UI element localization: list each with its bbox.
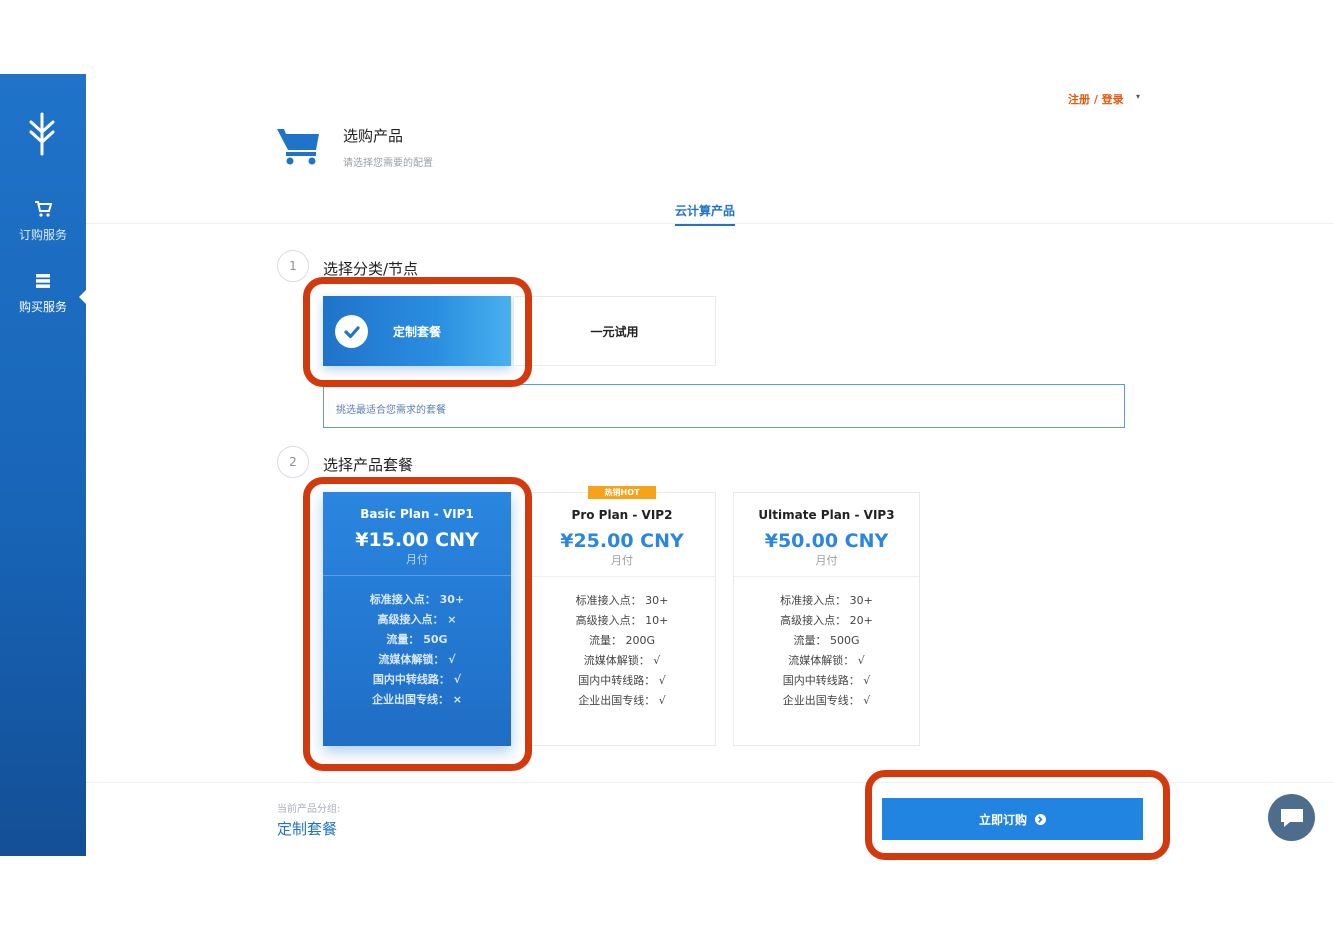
header-divider	[86, 223, 1334, 224]
sidebar-item-label: 购买服务	[18, 300, 67, 314]
cart-icon	[35, 201, 52, 217]
plan-feature: 高级接入点： 10+	[575, 614, 669, 627]
plan-features: 标准接入点： 30+ 高级接入点： 20+ 流量： 500G 流媒体解锁： √ …	[734, 591, 919, 711]
shopping-cart-icon	[277, 129, 319, 165]
plan-divider	[734, 576, 919, 577]
order-now-button[interactable]: 立即订购	[882, 798, 1143, 840]
plan-feature: 高级接入点： ×	[377, 613, 457, 626]
plan-name: Basic Plan - VIP1	[360, 507, 474, 521]
plan-period: 月付	[815, 554, 838, 567]
current-group-value: 定制套餐	[277, 820, 338, 838]
plan-feature: 国内中转线路： √	[578, 674, 666, 687]
plan-features: 标准接入点： 30+ 高级接入点： 10+ 流量： 200G 流媒体解锁： √ …	[529, 591, 715, 711]
plan-feature: 标准接入点： 30+	[575, 594, 669, 607]
plan-price: ¥25.00 CNY	[560, 530, 684, 552]
step-number: 2	[277, 446, 309, 478]
plan-feature: 流媒体解锁： √	[378, 653, 456, 666]
login-register-link[interactable]: 注册 / 登录	[1068, 91, 1124, 107]
chat-button[interactable]	[1268, 794, 1315, 841]
page-subtitle: 请选择您需要的配置	[343, 158, 433, 169]
plan-price: ¥15.00 CNY	[355, 529, 479, 551]
category-label: 定制套餐	[392, 324, 441, 339]
logo-icon	[29, 112, 55, 156]
active-indicator	[79, 290, 86, 304]
plan-period: 月付	[406, 553, 428, 566]
server-list-icon	[36, 274, 50, 288]
category-label: 一元试用	[590, 324, 639, 339]
category-hint: 挑选最适合您需求的套餐	[323, 384, 1125, 428]
plan-card-pro[interactable]: Pro Plan - VIP2 ¥25.00 CNY 月付 标准接入点： 30+…	[528, 492, 716, 746]
current-group-label: 当前产品分组:	[277, 804, 341, 815]
plan-feature: 流媒体解锁： √	[788, 654, 865, 667]
order-now-label: 立即订购	[978, 812, 1027, 827]
arrow-right-circle-icon	[1035, 813, 1046, 825]
plan-name: Pro Plan - VIP2	[571, 508, 673, 522]
step-title: 选择分类/节点	[323, 260, 419, 278]
category-card-custom[interactable]: 定制套餐	[323, 296, 511, 366]
plan-feature: 高级接入点： 20+	[780, 614, 873, 627]
plan-feature: 流媒体解锁： √	[583, 654, 661, 667]
plan-price: ¥50.00 CNY	[764, 530, 889, 552]
plan-name: Ultimate Plan - VIP3	[758, 508, 895, 522]
chat-bubble-icon	[1280, 808, 1303, 827]
plan-feature: 企业出国专线： √	[782, 694, 871, 707]
plan-divider	[323, 575, 511, 576]
plan-feature: 企业出国专线： √	[578, 694, 666, 707]
sidebar: 订购服务 购买服务	[0, 74, 86, 856]
plan-period: 月付	[611, 554, 633, 567]
plan-feature: 标准接入点： 30+	[780, 594, 873, 607]
step-number: 1	[277, 250, 309, 282]
chevron-down-icon[interactable]: ▾	[1136, 92, 1140, 101]
plan-feature: 企业出国专线： ×	[371, 693, 463, 706]
check-circle-icon	[335, 315, 368, 348]
sidebar-item-order-service[interactable]: 订购服务	[0, 200, 86, 243]
plan-card-basic[interactable]: Basic Plan - VIP1 ¥15.00 CNY 月付 标准接入点： 3…	[323, 492, 511, 746]
sidebar-item-buy-service[interactable]: 购买服务	[0, 272, 86, 315]
plan-feature: 国内中转线路： √	[782, 674, 871, 687]
plan-feature: 流量： 200G	[588, 634, 656, 647]
plan-features: 标准接入点： 30+ 高级接入点： × 流量： 50G 流媒体解锁： √ 国内中…	[323, 590, 511, 710]
sidebar-item-label: 订购服务	[18, 228, 67, 242]
category-card-trial[interactable]: 一元试用	[513, 296, 716, 366]
footer-divider	[86, 782, 1334, 783]
plan-feature: 标准接入点： 30+	[369, 593, 465, 606]
plan-divider	[529, 576, 715, 577]
plan-feature: 国内中转线路： √	[372, 673, 462, 686]
plan-card-ultimate[interactable]: Ultimate Plan - VIP3 ¥50.00 CNY 月付 标准接入点…	[733, 492, 920, 746]
plan-feature: 流量： 500G	[793, 634, 860, 647]
step-title: 选择产品套餐	[323, 456, 414, 474]
plan-feature: 流量： 50G	[386, 633, 448, 646]
hot-badge: 热销HOT	[588, 486, 656, 499]
page-title: 选购产品	[343, 127, 404, 145]
